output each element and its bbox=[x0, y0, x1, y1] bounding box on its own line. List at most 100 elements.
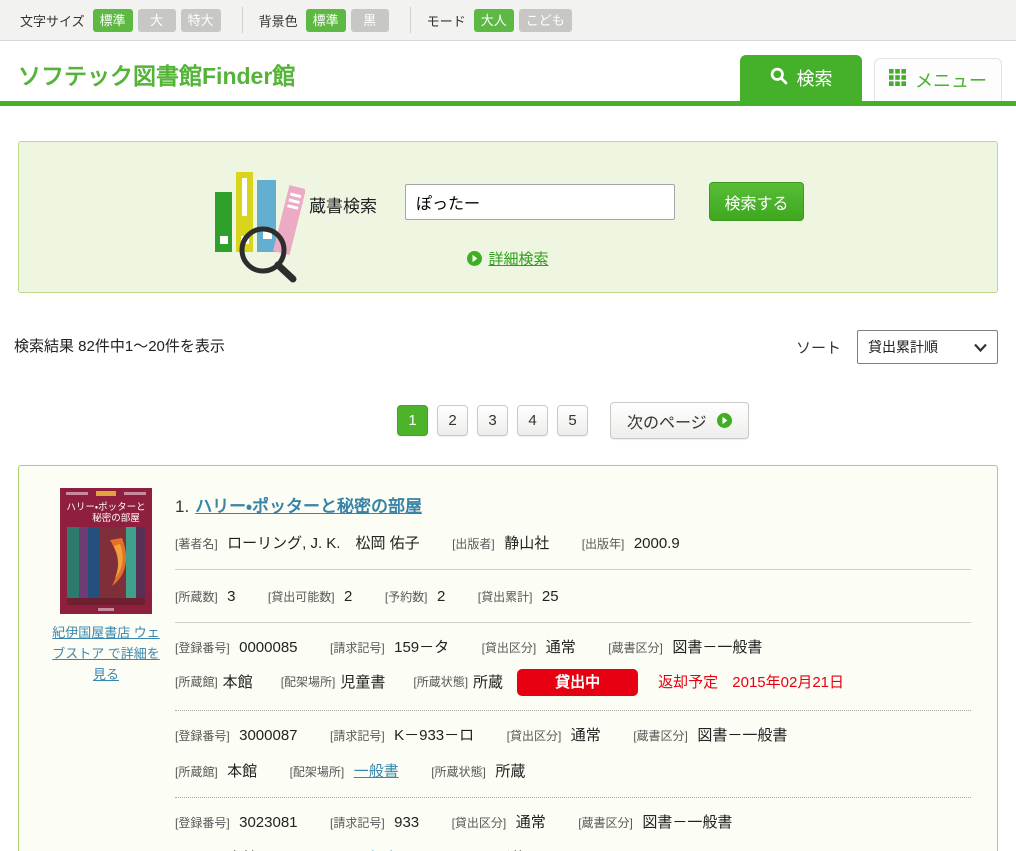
loan-type-value: 通常 bbox=[516, 814, 546, 831]
tab-menu-label: メニュー bbox=[915, 67, 987, 93]
return-due-info: 返却予定 2015年02月21日 bbox=[658, 669, 844, 696]
mode-group: モード 大人 こども bbox=[410, 7, 593, 33]
sort-control: ソート 貸出累計順 bbox=[796, 330, 998, 364]
font-size-large-button[interactable]: 大 bbox=[138, 9, 176, 32]
copy-record: [登録番号] 0000085 [請求記号] 159－タ [貸出区分] 通常 [蔵… bbox=[175, 637, 971, 696]
page-button-1[interactable]: 1 bbox=[397, 405, 428, 436]
mode-kids-button[interactable]: こども bbox=[519, 9, 572, 32]
font-size-label: 文字サイズ bbox=[20, 11, 85, 30]
stats-row: [所蔵数] 3 [貸出可能数] 2 [予約数] 2 [貸出累計] 25 bbox=[175, 586, 971, 608]
author-label: [著者名] bbox=[175, 537, 218, 551]
tab-menu[interactable]: メニュー bbox=[874, 58, 1002, 101]
font-size-standard-button[interactable]: 標準 bbox=[93, 9, 133, 32]
loan-type-value: 通常 bbox=[571, 727, 601, 744]
pagination-pages: 1 2 3 4 5 次のページ bbox=[397, 402, 749, 439]
reservations-value: 2 bbox=[437, 588, 445, 605]
shelf-label: [配架場所] bbox=[281, 669, 336, 696]
reg-number-value: 3023081 bbox=[239, 814, 297, 831]
next-page-label: 次のページ bbox=[627, 409, 707, 433]
call-number-label: [請求記号] bbox=[330, 816, 385, 830]
reg-number-value: 0000085 bbox=[239, 639, 297, 656]
search-input[interactable] bbox=[405, 184, 675, 220]
collection-type-value: 図書－一般書 bbox=[697, 727, 787, 744]
copy-detail-row: [登録番号] 0000085 [請求記号] 159－タ [貸出区分] 通常 [蔵… bbox=[175, 637, 971, 659]
bg-color-label: 背景色 bbox=[259, 11, 298, 30]
page-button-4[interactable]: 4 bbox=[517, 405, 548, 436]
call-number-value: 159－タ bbox=[394, 639, 449, 656]
status-label: [所蔵状態] bbox=[431, 765, 486, 779]
magnifier-icon bbox=[770, 67, 788, 90]
dotted-divider bbox=[175, 797, 971, 798]
mode-label: モード bbox=[427, 11, 466, 30]
shelf-label: [配架場所] bbox=[290, 765, 345, 779]
advanced-search-link[interactable]: 詳細検索 bbox=[488, 251, 548, 268]
site-title: ソフテック図書館Finder館 bbox=[18, 57, 295, 91]
chevron-down-icon bbox=[974, 343, 987, 352]
loan-total-value: 25 bbox=[542, 588, 559, 605]
call-number-label: [請求記号] bbox=[330, 729, 385, 743]
status-value: 所蔵 bbox=[473, 669, 503, 696]
advanced-search-row: 詳細検索 bbox=[19, 248, 997, 269]
copy-detail-row: [登録番号] 3000087 [請求記号] K－933－ロ [貸出区分] 通常 … bbox=[175, 725, 971, 747]
sort-select[interactable]: 貸出累計順 bbox=[857, 330, 998, 364]
result-item-panel: ハリー・ポッターと 秘密の部屋 紀伊国屋書店 ウェブストア で詳細を見る 1. ハ… bbox=[18, 465, 998, 851]
accessibility-toolbar: 文字サイズ 標準 大 特大 背景色 標準 黒 モード 大人 こども bbox=[0, 0, 1016, 41]
page-button-2[interactable]: 2 bbox=[437, 405, 468, 436]
reg-number-label: [登録番号] bbox=[175, 641, 230, 655]
collection-type-label: [蔵書区分] bbox=[608, 641, 663, 655]
book-title-row: 1. ハリー・ポッターと秘密の部屋 bbox=[175, 492, 971, 517]
available-label: [貸出可能数] bbox=[268, 590, 335, 604]
library-label: [所蔵館] bbox=[175, 765, 218, 779]
sort-label: ソート bbox=[796, 337, 841, 358]
reg-number-label: [登録番号] bbox=[175, 729, 230, 743]
font-size-xlarge-button[interactable]: 特大 bbox=[181, 9, 221, 32]
divider bbox=[175, 622, 971, 623]
pagination: 1 2 3 4 5 次のページ bbox=[0, 375, 1016, 443]
page-button-3[interactable]: 3 bbox=[477, 405, 508, 436]
return-due-date: 2015年02月21日 bbox=[732, 674, 844, 691]
cover-title-line2: 秘密の部屋 bbox=[92, 512, 140, 524]
collection-type-label: [蔵書区分] bbox=[633, 729, 688, 743]
shelf-location-link[interactable]: 一般書 bbox=[354, 763, 399, 780]
font-size-group: 文字サイズ 標準 大 特大 bbox=[4, 7, 242, 33]
copy-record: [登録番号] 3023081 [請求記号] 933 [貸出区分] 通常 [蔵書区… bbox=[175, 812, 971, 851]
result-left-column: ハリー・ポッターと 秘密の部屋 紀伊国屋書店 ウェブストア で詳細を見る bbox=[49, 486, 163, 851]
tab-search[interactable]: 検索 bbox=[740, 55, 862, 101]
copy-record: [登録番号] 3000087 [請求記号] K－933－ロ [貸出区分] 通常 … bbox=[175, 725, 971, 783]
kinokuniya-store-link[interactable]: 紀伊国屋書店 ウェブストア で詳細を見る bbox=[50, 623, 162, 685]
copy-location-row: [所蔵館] 本館 [配架場所] 児童書 [所蔵状態] 所蔵 貸出中 返却予定 2… bbox=[175, 669, 971, 696]
collection-type-value: 図書－一般書 bbox=[642, 814, 732, 831]
on-loan-badge: 貸出中 bbox=[517, 669, 638, 696]
collection-type-label: [蔵書区分] bbox=[578, 816, 633, 830]
collection-type-value: 図書－一般書 bbox=[672, 639, 762, 656]
results-summary: 検索結果 82件中1～20件を表示 bbox=[14, 335, 225, 356]
book-cover-image[interactable]: ハリー・ポッターと 秘密の部屋 bbox=[60, 488, 152, 614]
site-header: ソフテック図書館Finder館 検索 メニュー bbox=[0, 41, 1016, 106]
loan-type-label: [貸出区分] bbox=[507, 729, 562, 743]
bg-color-black-button[interactable]: 黒 bbox=[351, 9, 389, 32]
page-button-5[interactable]: 5 bbox=[557, 405, 588, 436]
next-page-button[interactable]: 次のページ bbox=[610, 402, 749, 439]
search-submit-button[interactable]: 検索する bbox=[709, 182, 804, 221]
biblio-row: [著者名] ローリング, J. K. 松岡 佑子 [出版者] 静山社 [出版年]… bbox=[175, 533, 971, 555]
cover-title-line1: ハリー・ポッターと bbox=[66, 502, 145, 513]
arrow-circle-icon bbox=[717, 413, 732, 428]
tab-search-label: 検索 bbox=[797, 65, 833, 91]
library-value: 本館 bbox=[223, 669, 253, 696]
reg-number-label: [登録番号] bbox=[175, 816, 230, 830]
result-index: 1. bbox=[175, 497, 189, 516]
publisher-value: 静山社 bbox=[504, 535, 549, 552]
mode-adult-button[interactable]: 大人 bbox=[474, 9, 514, 32]
return-due-label: 返却予定 bbox=[658, 674, 718, 691]
result-right-column: 1. ハリー・ポッターと秘密の部屋 [著者名] ローリング, J. K. 松岡 佑… bbox=[163, 486, 971, 851]
books-magnifier-illustration-icon bbox=[213, 162, 305, 289]
dotted-divider bbox=[175, 710, 971, 711]
search-field-label: 蔵書検索 bbox=[309, 192, 377, 217]
bg-color-standard-button[interactable]: 標準 bbox=[306, 9, 346, 32]
pubyear-value: 2000.9 bbox=[634, 535, 680, 552]
status-value: 所蔵 bbox=[495, 763, 525, 780]
call-number-label: [請求記号] bbox=[330, 641, 385, 655]
book-title-link[interactable]: ハリー・ポッターと秘密の部屋 bbox=[195, 497, 422, 516]
bg-color-group: 背景色 標準 黒 bbox=[242, 7, 410, 33]
loan-type-label: [貸出区分] bbox=[482, 641, 537, 655]
